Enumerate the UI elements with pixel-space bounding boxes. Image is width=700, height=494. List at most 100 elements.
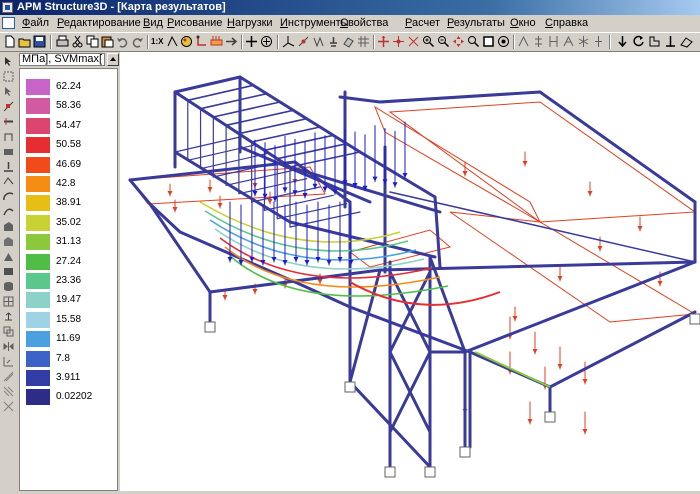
select-icon[interactable] — [377, 35, 390, 48]
stress-legend-panel: МПа], SVMmax[ 62.24 58.36 54.47 50.58 46.69 4… — [17, 52, 120, 491]
new-icon[interactable] — [3, 35, 16, 48]
menu-calculate[interactable]: Расчет — [404, 16, 441, 31]
legend-value: 46.69 — [56, 158, 82, 170]
zoom-in-icon[interactable] — [392, 35, 405, 48]
menu-view[interactable]: Вид — [142, 16, 164, 31]
arrow-icon[interactable] — [225, 35, 238, 48]
rect-select-icon[interactable] — [3, 71, 14, 82]
solid-tool-icon[interactable] — [3, 221, 14, 232]
support-base — [204, 321, 216, 333]
beam-icon[interactable] — [312, 35, 325, 48]
node-tool-icon[interactable] — [3, 101, 14, 112]
menu-file[interactable]: Файл — [21, 16, 50, 31]
grid-icon[interactable] — [357, 35, 370, 48]
side-view-icon[interactable] — [648, 35, 661, 48]
distributed-load-arrow-head — [527, 419, 533, 424]
plate-icon[interactable] — [342, 35, 355, 48]
axes-icon[interactable] — [282, 35, 295, 48]
open-icon[interactable] — [18, 35, 31, 48]
color-icon[interactable] — [180, 35, 193, 48]
load-icon[interactable] — [210, 35, 223, 48]
force-icon[interactable] — [497, 35, 510, 48]
menu-results[interactable]: Результаты — [446, 16, 506, 31]
fit-icon[interactable] — [467, 35, 480, 48]
redo-icon[interactable] — [131, 35, 144, 48]
cut-icon[interactable] — [71, 35, 84, 48]
menu-loads[interactable]: Нагрузки — [226, 16, 274, 31]
stress-contour-member — [214, 228, 425, 270]
model-viewport[interactable] — [120, 52, 700, 491]
distributed-load-arrow-head — [512, 316, 518, 321]
paste-icon[interactable] — [101, 35, 114, 48]
search-icon[interactable] — [452, 35, 465, 48]
array-tool-icon[interactable] — [3, 356, 14, 367]
node-icon[interactable] — [297, 35, 310, 48]
pointer-icon[interactable] — [3, 56, 14, 67]
scale-icon[interactable]: 1:X — [151, 35, 164, 48]
reaction-icon[interactable] — [517, 35, 530, 48]
app-icon[interactable] — [2, 2, 13, 13]
distributed-load-arrow-head — [462, 171, 468, 176]
mesh-tool-icon[interactable] — [3, 296, 14, 307]
menu-edit[interactable]: Редактирование — [56, 16, 142, 31]
wedge-tool-icon[interactable] — [3, 251, 14, 262]
support-base — [459, 446, 471, 458]
support-icon[interactable] — [327, 35, 340, 48]
beam-tool-icon[interactable] — [3, 116, 14, 127]
distributed-load-arrow-head — [657, 281, 663, 286]
menu-help[interactable]: Справка — [544, 16, 589, 31]
document-icon[interactable] — [2, 17, 15, 29]
print-icon[interactable] — [56, 35, 69, 48]
legend-value: 38.91 — [56, 197, 82, 209]
shell-tool-icon[interactable] — [3, 236, 14, 247]
iso-view-icon[interactable] — [592, 35, 605, 48]
plate-tool-icon[interactable] — [3, 146, 14, 157]
copy-tool-icon[interactable] — [3, 326, 14, 337]
measure-tool-icon[interactable] — [3, 371, 14, 382]
rotate-view-icon[interactable] — [632, 35, 645, 48]
down-arrow-icon[interactable] — [616, 35, 629, 48]
legend-value: 35.02 — [56, 216, 82, 228]
frame-tool-icon[interactable] — [3, 131, 14, 142]
distributed-load-arrow-head — [637, 226, 643, 231]
rotate-icon[interactable] — [260, 35, 273, 48]
stress-icon[interactable] — [562, 35, 575, 48]
legend-swatch — [26, 79, 50, 95]
zoom-window-icon[interactable] — [422, 35, 435, 48]
save-icon[interactable] — [33, 35, 46, 48]
mirror-tool-icon[interactable] — [3, 341, 14, 352]
deform-icon[interactable] — [547, 35, 560, 48]
vertical-view-icon[interactable] — [664, 35, 677, 48]
mode-icon[interactable] — [577, 35, 590, 48]
zoom-out-icon[interactable] — [407, 35, 420, 48]
move-icon[interactable] — [245, 35, 258, 48]
split-tool-icon[interactable] — [3, 401, 14, 412]
legend-swatch — [26, 176, 50, 192]
menu-draw[interactable]: Рисование — [166, 16, 223, 31]
perspective-icon[interactable] — [680, 35, 693, 48]
copy-icon[interactable] — [86, 35, 99, 48]
menu-properties[interactable]: Свойства — [339, 16, 389, 31]
spline-tool-icon[interactable] — [3, 206, 14, 217]
undo-icon[interactable] — [116, 35, 129, 48]
arc-tool-icon[interactable] — [3, 191, 14, 202]
legend-swatch — [26, 253, 50, 270]
extrude-tool-icon[interactable] — [3, 311, 14, 322]
hinge-tool-icon[interactable] — [3, 176, 14, 187]
view-icon[interactable] — [482, 35, 495, 48]
distributed-load-arrow-head — [222, 295, 228, 300]
section-tool-icon[interactable] — [3, 386, 14, 397]
scroll-up-button[interactable] — [107, 53, 119, 66]
support-tool-icon[interactable] — [3, 161, 14, 172]
frame-member — [173, 150, 292, 224]
legend-swatch — [26, 137, 50, 154]
moment-icon[interactable] — [532, 35, 545, 48]
truss-member — [174, 76, 241, 93]
snap-icon[interactable] — [166, 35, 179, 48]
menu-window[interactable]: Окно — [509, 16, 537, 31]
box-tool-icon[interactable] — [3, 266, 14, 277]
pan-icon[interactable] — [437, 35, 450, 48]
pointer-icon[interactable] — [3, 86, 14, 97]
label-icon[interactable] — [195, 35, 208, 48]
cylinder-tool-icon[interactable] — [3, 281, 14, 292]
